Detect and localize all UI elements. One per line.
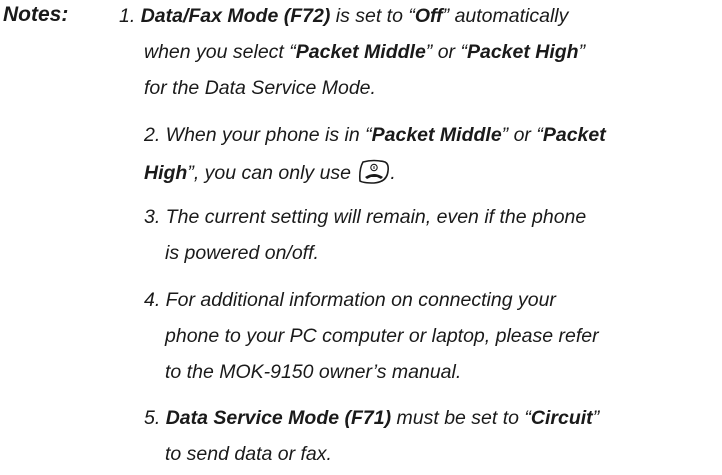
note-4-text: For additional information on connecting… xyxy=(160,289,556,311)
note-5-bold-mode: Data Service Mode (F71) xyxy=(165,407,392,429)
note-1-bold-setting: Data/Fax Mode (F72) xyxy=(140,5,331,27)
note-1-l2-b: ” or “ xyxy=(425,41,467,63)
note-1-line-2: when you select “Packet Middle” or “Pack… xyxy=(144,40,585,64)
note-5-text-a: must be set to “ xyxy=(391,407,531,429)
note-3-line-1: 3. The current setting will remain, even… xyxy=(144,205,586,229)
note-4-line-1: 4. For additional information on connect… xyxy=(144,288,556,312)
note-3-number: 3. xyxy=(144,206,161,228)
note-5-number: 5. xyxy=(144,407,161,429)
note-4-number: 4. xyxy=(144,289,161,311)
note-1-l2-a: when you select “ xyxy=(144,41,296,63)
note-2-number: 2. xyxy=(144,124,161,146)
note-2-l2-a: ”, you can only use xyxy=(187,162,357,184)
note-1-l2-bold: Packet Middle xyxy=(295,41,426,63)
note-2-text-b: ” or “ xyxy=(501,124,543,146)
note-1-l2-bold2: Packet High xyxy=(466,41,579,63)
note-2-line-2: High”, you can only use . xyxy=(144,159,396,185)
note-5-line-2: to send data or fax. xyxy=(165,443,332,465)
note-1-bold-off: Off xyxy=(414,5,443,27)
note-3-line-2: is powered on/off. xyxy=(165,242,319,264)
note-1-text-a: is set to “ xyxy=(330,5,415,27)
phone-send-key-icon xyxy=(358,159,390,185)
notes-label: Notes: xyxy=(3,3,69,26)
note-2-text-a: When your phone is in “ xyxy=(160,124,372,146)
note-1-l2-c: ” xyxy=(578,41,586,63)
note-5-bold-circuit: Circuit xyxy=(530,407,593,429)
note-5-text-b: ” xyxy=(592,407,600,429)
note-1-line-1: 1. Data/Fax Mode (F72) is set to “Off” a… xyxy=(119,4,568,28)
note-2-bold-middle: Packet Middle xyxy=(371,124,502,146)
note-2-l2-b: . xyxy=(390,162,396,184)
note-2-bold-packet: Packet xyxy=(542,124,606,146)
note-3-text: The current setting will remain, even if… xyxy=(160,206,587,228)
note-4-line-2: phone to your PC computer or laptop, ple… xyxy=(165,325,599,347)
note-2-bold-high: High xyxy=(144,162,188,184)
note-2-line-1: 2. When your phone is in “Packet Middle”… xyxy=(144,123,606,147)
note-1-line-3: for the Data Service Mode. xyxy=(144,77,376,99)
note-4-line-3: to the MOK-9150 owner’s manual. xyxy=(165,361,462,383)
note-5-line-1: 5. Data Service Mode (F71) must be set t… xyxy=(144,406,599,430)
note-1-number: 1. xyxy=(119,5,136,27)
note-1-text-b: ” automatically xyxy=(442,5,569,27)
